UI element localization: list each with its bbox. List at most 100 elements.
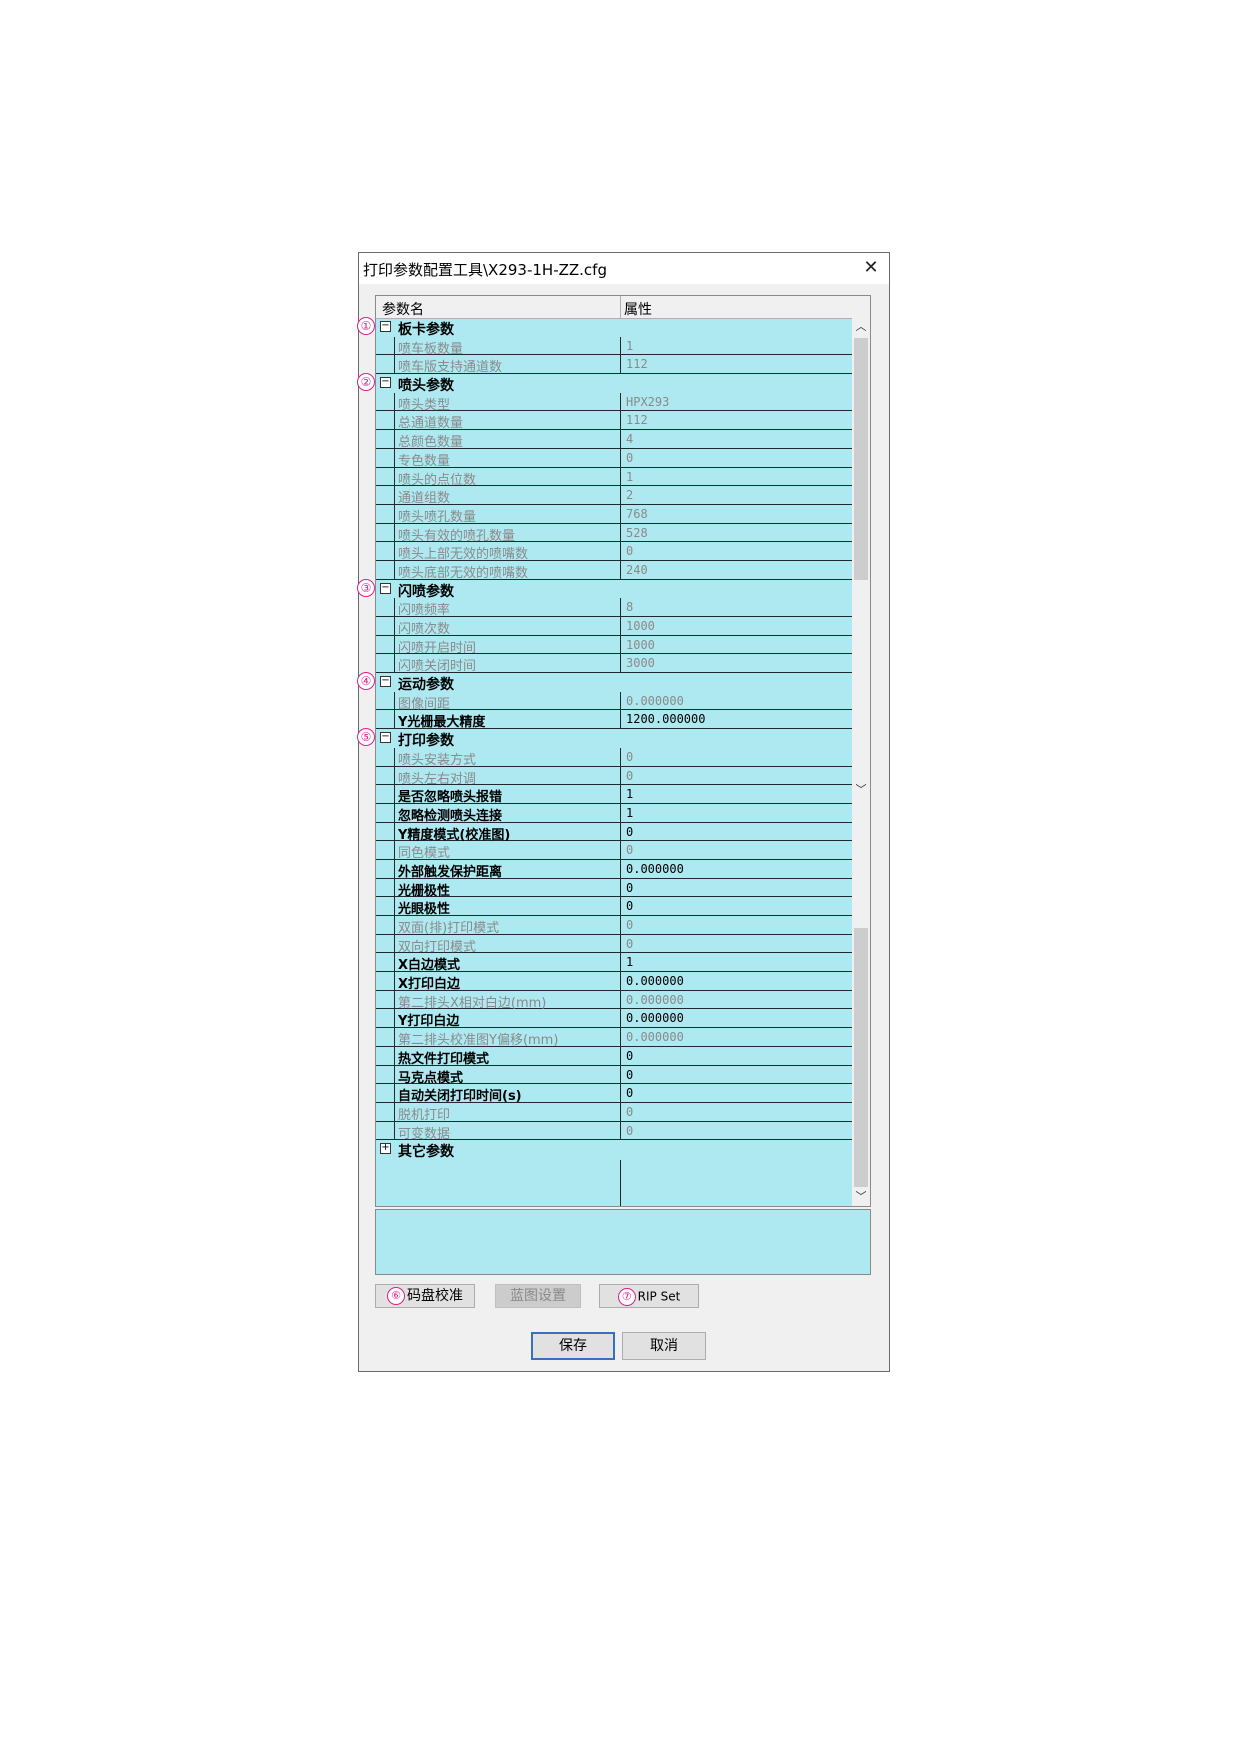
property-row[interactable]: 同色模式 0 xyxy=(376,841,852,861)
property-row[interactable]: 喷头底部无效的喷嘴数 240 xyxy=(376,560,852,581)
property-value: 0.000000 xyxy=(626,1030,684,1045)
close-button[interactable]: ✕ xyxy=(859,257,883,279)
group-row[interactable]: − 喷头参数 xyxy=(376,374,852,394)
property-row[interactable]: 忽略检测喷头连接 1 xyxy=(376,803,852,824)
group-row[interactable]: − 闪喷参数 xyxy=(376,580,852,600)
property-row[interactable]: Y光栅最大精度 1200.000000 xyxy=(376,710,852,730)
property-row[interactable]: 第二排头X相对白边(mm) 0.000000 xyxy=(376,990,852,1011)
collapse-minus-icon[interactable]: − xyxy=(380,676,391,688)
property-row[interactable]: 喷头喷孔数量 768 xyxy=(376,504,852,525)
property-row[interactable]: X打印白边 0.000000 xyxy=(376,972,852,992)
property-value[interactable]: 1 xyxy=(626,787,633,801)
group-row[interactable]: − 板卡参数 xyxy=(376,318,852,338)
property-row[interactable]: 闪喷关闭时间 3000 xyxy=(376,654,852,674)
property-row[interactable]: 光栅极性 0 xyxy=(376,878,852,899)
property-row[interactable]: 喷头上部无效的喷嘴数 0 xyxy=(376,542,852,562)
expand-plus-icon[interactable]: + xyxy=(380,1143,391,1155)
collapse-minus-icon[interactable]: − xyxy=(380,582,391,594)
property-row[interactable]: X白边模式 1 xyxy=(376,953,852,973)
property-name: 总颜色数量 xyxy=(398,435,464,451)
property-row[interactable]: 喷车板数量 1 xyxy=(376,336,852,357)
property-value[interactable]: 0 xyxy=(626,899,633,913)
collapse-minus-icon[interactable]: − xyxy=(380,377,391,389)
property-row[interactable]: 双向打印模式 0 xyxy=(376,934,852,955)
indent-separator xyxy=(394,598,395,617)
property-value[interactable]: 0.000000 xyxy=(626,862,684,876)
collapse-minus-icon[interactable]: − xyxy=(380,321,391,332)
property-value[interactable]: 0 xyxy=(626,881,633,895)
header-name[interactable]: 参数名 xyxy=(382,299,424,319)
property-row[interactable]: 喷头安装方式 0 xyxy=(376,747,852,768)
property-row[interactable]: 双面(排)打印模式 0 xyxy=(376,916,852,936)
property-row[interactable]: 喷车版支持通道数 112 xyxy=(376,355,852,375)
collapse-minus-icon[interactable]: − xyxy=(380,732,391,744)
property-row[interactable]: 喷头有效的喷孔数量 528 xyxy=(376,523,852,544)
scroll-down-arrow-icon[interactable]: ﹀ xyxy=(852,781,870,799)
property-row[interactable]: 自动关闭打印时间(s) 0 xyxy=(376,1084,852,1104)
property-row[interactable]: 闪喷开启时间 1000 xyxy=(376,635,852,656)
header-separator[interactable] xyxy=(620,296,621,318)
encoder-calibration-button[interactable]: ⑥ 码盘校准 xyxy=(375,1284,475,1308)
rip-marker: ⑦ xyxy=(617,1287,636,1306)
property-row[interactable]: 总通道数量 112 xyxy=(376,411,852,431)
property-row[interactable]: Y打印白边 0.000000 xyxy=(376,1009,852,1029)
property-row[interactable]: 总颜色数量 4 xyxy=(376,430,852,451)
title-bar[interactable]: 打印参数配置工具\X293-1H-ZZ.cfg ✕ xyxy=(359,253,889,283)
group-row[interactable]: − 运动参数 xyxy=(376,673,852,693)
property-row[interactable]: 通道组数 2 xyxy=(376,486,852,507)
property-row[interactable]: 光眼极性 0 xyxy=(376,897,852,918)
indent-separator xyxy=(394,430,395,449)
property-row[interactable]: 图像间距 0.000000 xyxy=(376,691,852,712)
property-row[interactable]: 可变数据 0 xyxy=(376,1121,852,1142)
property-row[interactable]: 专色数量 0 xyxy=(376,448,852,469)
property-row[interactable]: 闪喷频率 8 xyxy=(376,598,852,618)
column-separator xyxy=(620,486,621,505)
property-row[interactable]: 脱机打印 0 xyxy=(376,1102,852,1123)
property-name: 光栅极性 xyxy=(398,883,451,899)
property-row[interactable]: 马克点模式 0 xyxy=(376,1065,852,1086)
property-name: 马克点模式 xyxy=(398,1070,464,1086)
indent-separator xyxy=(394,336,395,355)
blueprint-settings-button[interactable]: 蓝图设置 xyxy=(495,1284,581,1308)
property-row[interactable]: 喷头类型 HPX293 xyxy=(376,392,852,413)
column-separator xyxy=(620,430,621,449)
property-row[interactable]: 第二排头校准图Y偏移(mm) 0.000000 xyxy=(376,1028,852,1048)
property-value[interactable]: 0 xyxy=(626,825,633,839)
column-separator xyxy=(620,785,621,804)
group-row[interactable]: − 打印参数 xyxy=(376,729,852,749)
property-value[interactable]: 0.000000 xyxy=(626,974,684,988)
scroll-up-arrow-icon[interactable]: ︿ xyxy=(852,318,870,336)
scroll-thumb[interactable] xyxy=(854,338,868,580)
property-row[interactable]: 闪喷次数 1000 xyxy=(376,617,852,637)
column-separator xyxy=(620,859,621,878)
property-row[interactable]: 外部触发保护距离 0.000000 xyxy=(376,859,852,880)
property-value[interactable]: 1200.000000 xyxy=(626,712,705,726)
property-row[interactable]: 热文件打印模式 0 xyxy=(376,1046,852,1067)
property-value: 528 xyxy=(626,525,648,540)
scroll-thumb-lower[interactable] xyxy=(854,928,868,1187)
property-name: 光眼极性 xyxy=(398,902,451,918)
scroll-down-arrow-icon-bottom[interactable]: ﹀ xyxy=(852,1188,870,1206)
property-value[interactable]: 0 xyxy=(626,1086,633,1100)
property-row[interactable]: Y精度模式(校准图) 0 xyxy=(376,822,852,843)
config-dialog: 打印参数配置工具\X293-1H-ZZ.cfg ✕ ① ② ③ ④ ⑤ 参数名 属性 −… xyxy=(357,252,890,1372)
save-button[interactable]: 保存 xyxy=(531,1332,615,1360)
column-separator xyxy=(620,1046,621,1065)
property-row[interactable]: 是否忽略喷头报错 1 xyxy=(376,785,852,806)
property-value[interactable]: 0 xyxy=(626,1049,633,1063)
cancel-button[interactable]: 取消 xyxy=(622,1332,706,1360)
header-attr[interactable]: 属性 xyxy=(624,299,652,319)
property-name: 是否忽略喷头报错 xyxy=(398,790,503,806)
indent-separator xyxy=(394,523,395,542)
grid-scrollbar[interactable]: ︿ ﹀ ﹀ xyxy=(852,318,870,1206)
column-separator xyxy=(620,916,621,934)
property-value[interactable]: 0 xyxy=(626,1068,633,1082)
property-row[interactable]: 喷头的点位数 1 xyxy=(376,467,852,488)
property-value[interactable]: 1 xyxy=(626,955,633,969)
property-value[interactable]: 1 xyxy=(626,806,633,820)
rip-set-button[interactable]: ⑦ RIP Set xyxy=(599,1284,699,1308)
property-value[interactable]: 0.000000 xyxy=(626,1011,684,1025)
property-row[interactable]: 喷头左右对调 0 xyxy=(376,766,852,787)
group-row[interactable]: + 其它参数 xyxy=(376,1140,852,1160)
property-name: 通道组数 xyxy=(398,491,451,507)
